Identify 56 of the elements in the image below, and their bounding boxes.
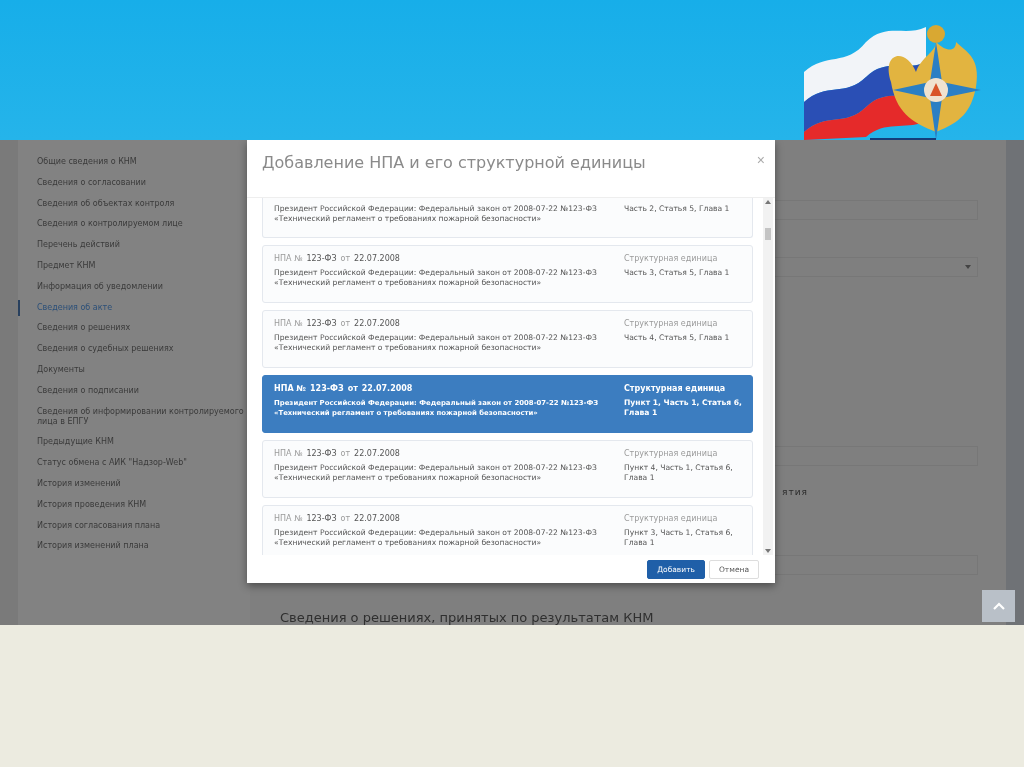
date-label: от — [340, 319, 351, 328]
unit-label: Структурная единица — [624, 514, 719, 523]
sidebar-item[interactable]: Информация об уведомлении — [18, 281, 250, 292]
npa-date: 22.07.2008 — [354, 254, 400, 263]
sidebar-item[interactable]: Сведения об объектах контроля — [18, 198, 250, 209]
date-label: от — [340, 254, 351, 263]
close-button[interactable]: × — [756, 153, 765, 167]
section-heading: Сведения о решениях, принятых по результатам КНМ — [280, 610, 654, 625]
chevron-up-icon — [992, 602, 1005, 610]
unit-label: Структурная единица — [624, 384, 727, 393]
sidebar-item[interactable]: История изменений — [18, 478, 250, 489]
sidebar-item[interactable]: Документы — [18, 364, 250, 375]
date-label: от — [340, 449, 351, 458]
scroll-thumb[interactable] — [765, 228, 771, 240]
sidebar-item[interactable]: Сведения о согласовании — [18, 177, 250, 188]
sidebar-item[interactable]: Сведения об информировании контролируемого лица в ЕПГУ — [18, 406, 250, 427]
npa-date: 22.07.2008 — [361, 384, 413, 393]
sidebar-item[interactable]: Сведения о подписании — [18, 385, 250, 396]
scroll-down-icon — [765, 549, 771, 553]
npa-number: 123-ФЗ — [306, 449, 337, 458]
sidebar-item[interactable]: Сведения о судебных решениях — [18, 344, 250, 355]
npa-date: 22.07.2008 — [354, 319, 400, 328]
npa-date: 22.07.2008 — [354, 449, 400, 458]
date-label: от — [340, 514, 351, 523]
npa-label: НПА № — [274, 319, 303, 328]
sidebar-item[interactable]: Сведения об акте — [18, 302, 250, 313]
sidebar-item[interactable]: Предыдущие КНМ — [18, 437, 250, 448]
npa-number: 123-ФЗ — [310, 384, 344, 393]
npa-number: 123-ФЗ — [306, 254, 337, 263]
sidebar-item[interactable]: Предмет КНМ — [18, 261, 250, 271]
unit-label: Структурная единица — [624, 449, 719, 458]
sidebar-item[interactable]: История согласования плана — [18, 520, 250, 531]
npa-date: 22.07.2008 — [354, 514, 400, 523]
dialog-title: Добавление НПА и его структурной единицы — [262, 153, 646, 172]
npa-label: НПА № — [274, 254, 303, 263]
sidebar-item[interactable]: Общие сведения о КНМ — [18, 157, 250, 167]
scroll-top-button[interactable] — [982, 590, 1015, 622]
sidebar-item[interactable]: Сведения о решениях — [18, 323, 250, 334]
npa-number: 123-ФЗ — [306, 514, 337, 523]
npa-number: 123-ФЗ — [306, 319, 337, 328]
npa-label: НПА № — [274, 384, 306, 393]
scroll-up-icon — [765, 200, 771, 204]
unit-label: Структурная единица — [624, 254, 719, 263]
npa-label: НПА № — [274, 449, 303, 458]
sidebar-item[interactable]: История изменений плана — [18, 541, 250, 552]
field-label: ятия — [782, 487, 808, 497]
sidebar-item[interactable]: Перечень действий — [18, 240, 250, 251]
caret-icon — [965, 265, 971, 269]
sidebar-item[interactable]: Сведения о контролируемом лице — [18, 219, 250, 230]
npa-label: НПА № — [274, 514, 303, 523]
scrollbar[interactable] — [763, 198, 773, 555]
date-label: от — [347, 384, 358, 393]
unit-label: Структурная единица — [624, 319, 719, 328]
law-card[interactable] — [262, 375, 753, 433]
sidebar-item[interactable]: История проведения КНМ — [18, 499, 250, 510]
sidebar-item[interactable]: Статус обмена с АИК "Надзор-Web" — [18, 458, 250, 469]
